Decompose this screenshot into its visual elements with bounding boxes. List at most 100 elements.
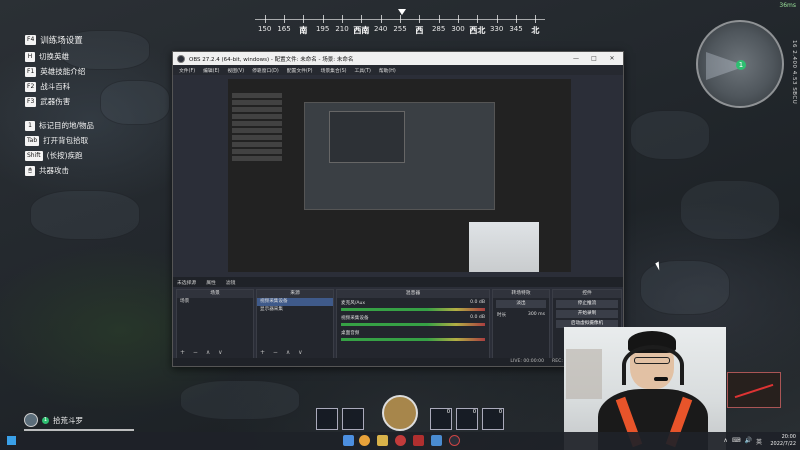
- maximize-button[interactable]: □: [587, 55, 601, 62]
- windows-start-icon[interactable]: [7, 436, 16, 445]
- hotkey-label: 训练场设置: [40, 36, 83, 46]
- hotkey-label: 标记目的地/物品: [39, 121, 95, 130]
- scene-item[interactable]: 场景: [177, 298, 253, 306]
- app-icon[interactable]: [431, 435, 442, 446]
- obs-titlebar[interactable]: OBS 27.2.4 (64-bit, windows) - 配置文件: 未命名…: [173, 52, 623, 65]
- team-badge: 1: [42, 416, 49, 424]
- volume-icon[interactable]: 🔊: [745, 437, 752, 446]
- menu-edit[interactable]: 编辑(E): [203, 67, 219, 74]
- properties-button[interactable]: 属性: [206, 279, 216, 286]
- sources-header: 来源: [257, 290, 333, 298]
- ime-indicator[interactable]: 英: [756, 437, 762, 446]
- skill-slot[interactable]: [316, 408, 338, 430]
- compass-tick: [322, 15, 324, 23]
- mixer-channel: 视频采集设备 0.0 dB: [337, 313, 489, 321]
- transitions-header: 转场特效: [493, 290, 549, 298]
- weapon-icon: [734, 383, 774, 399]
- menu-help[interactable]: 帮助(H): [379, 67, 396, 74]
- item-slot[interactable]: 0: [482, 408, 504, 430]
- hotkey-key: F2: [25, 81, 37, 92]
- compass: 150 165 南 195 210 西南 240 255 西 285 300 西北 330 345 北: [255, 8, 545, 40]
- menu-docks[interactable]: 停靠窗口(D): [252, 67, 279, 74]
- menu-view[interactable]: 视图(V): [227, 67, 244, 74]
- app-icon[interactable]: [413, 435, 424, 446]
- compass-tick: [361, 15, 363, 23]
- chrome-icon[interactable]: [359, 435, 370, 446]
- compass-label: 西: [415, 26, 424, 35]
- app-icon[interactable]: [395, 435, 406, 446]
- menu-profile[interactable]: 配置文件(P): [287, 67, 313, 74]
- channel-name: 桌面音频: [341, 331, 360, 336]
- scene-controls[interactable]: + − ∧ ∨: [180, 349, 226, 356]
- preview-nested-obs-2: [329, 111, 405, 163]
- hotkey-key: Tab: [25, 135, 40, 146]
- filters-button[interactable]: 滤镜: [226, 279, 236, 286]
- compass-label: 210: [335, 25, 349, 33]
- audio-mixer-dock: 混音器 麦克风/Aux 0.0 dB 视频采集设备 0.0 dB 桌面音频: [336, 289, 490, 359]
- ping-readout: 36ms: [779, 2, 796, 9]
- channel-db: 0.0 dB: [470, 300, 485, 305]
- start-recording-button[interactable]: 开始录制: [556, 310, 618, 318]
- minimize-button[interactable]: —: [569, 55, 583, 62]
- stop-streaming-button[interactable]: 停止推流: [556, 300, 618, 308]
- transitions-dock: 转场特效 淡出 时长 300 ms: [492, 289, 550, 359]
- keyboard-icon[interactable]: ⌨: [732, 437, 741, 446]
- compass-label: 165: [277, 25, 291, 33]
- hotkey-key: 1: [25, 120, 35, 131]
- volume-meter[interactable]: [341, 308, 485, 311]
- compass-tick: [516, 15, 517, 23]
- preview-webcam: [469, 222, 539, 272]
- menu-tools[interactable]: 工具(T): [355, 67, 371, 74]
- source-item[interactable]: 显示器采集: [257, 306, 333, 314]
- compass-tick: [380, 15, 382, 23]
- ultimate-skill-icon[interactable]: [382, 395, 418, 431]
- obs-taskbar-icon[interactable]: [449, 435, 460, 446]
- hotkey-hero-skills: F1 英雄技能介绍: [25, 66, 85, 77]
- folder-icon[interactable]: [377, 435, 388, 446]
- item-slot[interactable]: 0: [430, 408, 452, 430]
- compass-label: 300: [451, 25, 465, 33]
- clock[interactable]: 20:00 2022/7/22: [770, 434, 796, 448]
- compass-label: 西北: [469, 26, 486, 35]
- compass-label: 345: [509, 25, 523, 33]
- item-count: 0: [472, 409, 476, 415]
- compass-label: 北: [531, 26, 540, 35]
- obs-window[interactable]: OBS 27.2.4 (64-bit, windows) - 配置文件: 未命名…: [172, 51, 624, 367]
- player-info: 1 拾荒斗罗: [24, 413, 83, 427]
- menu-file[interactable]: 文件(F): [179, 67, 195, 74]
- obs-menubar: 文件(F) 编辑(E) 视图(V) 停靠窗口(D) 配置文件(P) 场景集合(S…: [173, 65, 623, 75]
- duration-input[interactable]: 300 ms: [528, 312, 545, 318]
- scenes-dock: 场景 场景 + − ∧ ∨: [176, 289, 254, 359]
- scenes-header: 场景: [177, 290, 253, 298]
- player-name: 拾荒斗罗: [53, 415, 83, 425]
- close-button[interactable]: ✕: [605, 55, 619, 62]
- channel-db: 0.0 dB: [470, 315, 485, 320]
- compass-tick: [303, 15, 305, 23]
- menu-scene-collection[interactable]: 场景集合(S): [321, 67, 347, 74]
- game-screen: 150 165 南 195 210 西南 240 255 西 285 300 西北 330 345 北 F4…: [0, 0, 800, 450]
- compass-label: 285: [431, 25, 446, 33]
- stone-decoration: [640, 260, 730, 315]
- hotkey-key: F4: [25, 35, 37, 45]
- source-controls[interactable]: + − ∧ ∨: [260, 349, 306, 356]
- source-item[interactable]: 视频采集设备: [257, 298, 333, 306]
- hotkey-label: 英雄技能介绍: [40, 67, 86, 76]
- hotkey-label: 切换英雄: [39, 52, 69, 61]
- compass-label: 330: [489, 25, 504, 33]
- no-source-label: 未选择源: [177, 280, 197, 286]
- volume-meter[interactable]: [341, 338, 485, 341]
- controls-header: 控件: [553, 290, 621, 298]
- compass-tick: [496, 15, 498, 23]
- avatar: [24, 413, 38, 427]
- tray-expand-icon[interactable]: ∧: [723, 437, 727, 446]
- hotkey-key: F3: [25, 96, 37, 107]
- skill-slot[interactable]: [342, 408, 364, 430]
- minimap[interactable]: 1: [696, 20, 784, 108]
- transition-select[interactable]: 淡出: [496, 300, 546, 308]
- volume-meter[interactable]: [341, 323, 485, 326]
- item-slot[interactable]: 0: [456, 408, 478, 430]
- obs-preview[interactable]: [228, 79, 571, 272]
- compass-tick: [419, 15, 421, 23]
- hotkey-mark-destination: 1 标记目的地/物品: [25, 120, 94, 131]
- windows-logo-icon[interactable]: [343, 435, 354, 446]
